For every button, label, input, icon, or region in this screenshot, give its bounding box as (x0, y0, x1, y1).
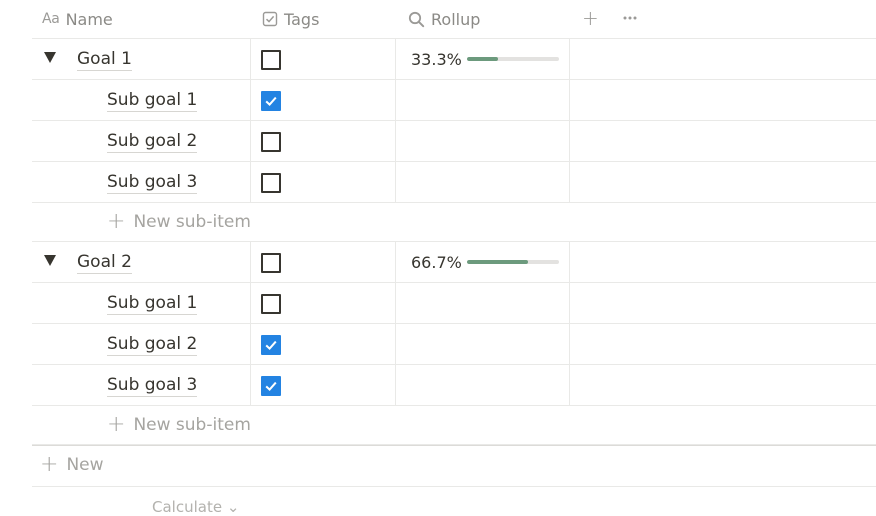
empty-cell (569, 39, 876, 79)
text-property-icon: Aa (42, 11, 60, 27)
rollup-cell: 33.3% (395, 39, 570, 79)
checkmark-icon (265, 381, 277, 392)
checkmark-icon (265, 340, 277, 351)
column-header-tags-label: Tags (284, 9, 320, 29)
empty-cell (569, 365, 876, 405)
column-header-rollup[interactable]: Rollup (408, 0, 480, 38)
new-row-label: New (66, 455, 104, 475)
name-cell[interactable]: Sub goal 1 (32, 80, 250, 120)
plus-icon: + (107, 209, 126, 234)
table-header: Aa Name Tags Rollup + (32, 0, 876, 39)
rollup-cell (395, 80, 570, 120)
checkbox[interactable] (261, 335, 281, 355)
plus-icon: + (107, 412, 126, 437)
row-title[interactable]: Sub goal 3 (107, 375, 198, 397)
empty-cell (569, 283, 876, 323)
name-cell[interactable]: Sub goal 3 (32, 365, 250, 405)
new-sub-item-label: New sub-item (133, 415, 251, 435)
rollup-cell (395, 162, 570, 202)
checkbox-property-icon (262, 11, 278, 27)
new-sub-item-button[interactable]: + New sub-item (32, 203, 876, 242)
rollup-percent: 66.7% (411, 253, 462, 272)
empty-cell (569, 162, 876, 202)
new-sub-item-button[interactable]: + New sub-item (32, 406, 876, 445)
progress-fill (467, 57, 498, 61)
checkbox[interactable] (261, 376, 281, 396)
table-row[interactable]: Goal 1 33.3% (32, 39, 876, 80)
row-title[interactable]: Goal 1 (77, 49, 132, 71)
row-title[interactable]: Sub goal 2 (107, 334, 198, 356)
table-row[interactable]: Sub goal 2 (32, 121, 876, 162)
rollup-cell (395, 365, 570, 405)
progress-fill (467, 260, 529, 264)
tags-cell (250, 324, 396, 364)
checkbox[interactable] (261, 91, 281, 111)
row-title[interactable]: Sub goal 2 (107, 131, 198, 153)
checkmark-icon (265, 96, 277, 107)
name-cell[interactable]: Sub goal 3 (32, 162, 250, 202)
name-cell[interactable]: Goal 1 (32, 39, 250, 79)
empty-cell (569, 242, 876, 282)
row-title[interactable]: Sub goal 1 (107, 293, 198, 315)
checkbox[interactable] (261, 253, 281, 273)
more-horizontal-icon (623, 16, 637, 20)
checkbox[interactable] (261, 50, 281, 70)
column-header-rollup-label: Rollup (431, 9, 481, 29)
rollup-percent: 33.3% (411, 50, 462, 69)
plus-icon: + (582, 6, 599, 30)
tags-cell (250, 242, 396, 282)
database-table: Aa Name Tags Rollup + Goal 1 33.3% Sub g… (32, 0, 876, 487)
tags-cell (250, 365, 396, 405)
checkbox[interactable] (261, 132, 281, 152)
expand-toggle-icon[interactable] (44, 52, 56, 63)
checkbox[interactable] (261, 173, 281, 193)
checkbox[interactable] (261, 294, 281, 314)
rollup-cell (395, 121, 570, 161)
tags-cell (250, 283, 396, 323)
empty-cell (569, 80, 876, 120)
empty-cell (569, 121, 876, 161)
empty-cell (569, 324, 876, 364)
name-cell[interactable]: Sub goal 2 (32, 324, 250, 364)
name-cell[interactable]: Goal 2 (32, 242, 250, 282)
more-options-button[interactable] (622, 0, 638, 36)
progress-bar (467, 260, 559, 264)
table-row[interactable]: Sub goal 2 (32, 324, 876, 365)
rollup-cell: 66.7% (395, 242, 570, 282)
add-property-button[interactable]: + (582, 0, 599, 36)
table-row[interactable]: Sub goal 3 (32, 365, 876, 406)
tags-cell (250, 39, 396, 79)
tags-cell (250, 80, 396, 120)
expand-toggle-icon[interactable] (44, 255, 56, 266)
name-cell[interactable]: Sub goal 2 (32, 121, 250, 161)
row-title[interactable]: Sub goal 3 (107, 172, 198, 194)
rollup-cell (395, 324, 570, 364)
column-header-tags[interactable]: Tags (262, 0, 319, 38)
new-row-button[interactable]: + New (32, 445, 876, 487)
search-icon (408, 11, 425, 28)
column-header-name-label: Name (65, 9, 113, 29)
new-sub-item-label: New sub-item (133, 212, 251, 232)
row-title[interactable]: Sub goal 1 (107, 90, 198, 112)
name-cell[interactable]: Sub goal 1 (32, 283, 250, 323)
tags-cell (250, 121, 396, 161)
plus-icon: + (40, 452, 59, 477)
progress-bar (467, 57, 559, 61)
tags-cell (250, 162, 396, 202)
rollup-cell (395, 283, 570, 323)
table-row[interactable]: Sub goal 3 (32, 162, 876, 203)
row-title[interactable]: Goal 2 (77, 252, 132, 274)
table-row[interactable]: Goal 2 66.7% (32, 242, 876, 283)
calculate-button[interactable]: Calculate ⌄ (152, 498, 239, 516)
table-row[interactable]: Sub goal 1 (32, 283, 876, 324)
column-header-name[interactable]: Aa Name (42, 0, 113, 38)
table-row[interactable]: Sub goal 1 (32, 80, 876, 121)
